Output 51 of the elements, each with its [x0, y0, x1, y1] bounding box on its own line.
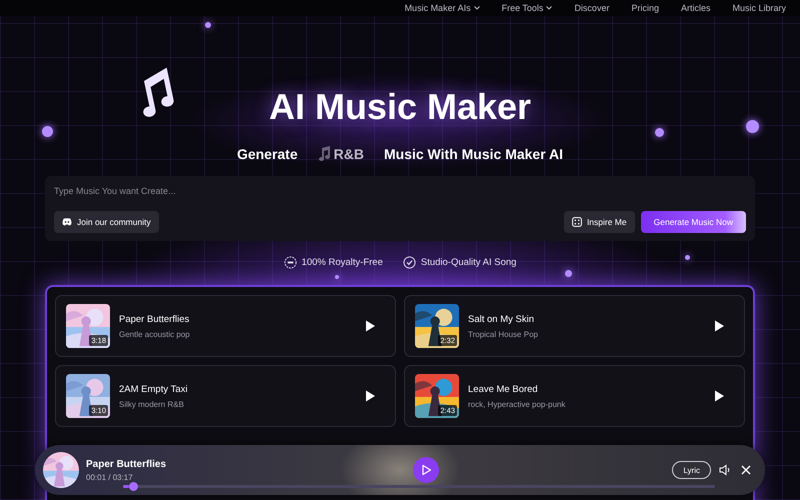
lyric-button[interactable]: Lyric [672, 461, 711, 479]
close-button[interactable] [739, 463, 753, 477]
nav-link[interactable]: Discover [574, 3, 610, 13]
play-button[interactable] [413, 457, 439, 483]
nav-link[interactable]: Free Tools [502, 3, 552, 13]
caret-icon [474, 6, 480, 10]
glow-dot [42, 126, 53, 137]
subtitle-text: Music With Music Maker AI [384, 146, 564, 162]
song-style: Gentle acoustic pop [119, 330, 191, 338]
play-button[interactable] [712, 319, 726, 333]
progress-handle[interactable] [128, 482, 138, 491]
community-button[interactable]: Join our community [54, 211, 159, 233]
glow-dot [685, 255, 690, 260]
subtitle-text: Generate [236, 146, 298, 162]
song-title: Leave Me Bored [468, 384, 539, 394]
song-title: 2AM Empty Taxi [119, 384, 188, 394]
song-style: Tropical House Pop [468, 330, 539, 338]
glow-dot [205, 22, 211, 28]
volume-button[interactable] [718, 463, 732, 477]
song-style: rock, Hyperactive pop-punk [468, 400, 566, 408]
music-note-icon [318, 146, 332, 162]
genre-text: R&B [334, 146, 364, 162]
nav-link[interactable]: Articles [680, 3, 710, 13]
feature-text: Studio-Quality AI Song [420, 257, 516, 268]
glow-dot [655, 128, 664, 137]
glow-dot [335, 275, 339, 279]
song-title: Salt on My Skin [468, 314, 535, 324]
song-style: Silky modern R&B [119, 400, 185, 408]
check-icon [402, 256, 416, 269]
inspire-button[interactable]: Inspire Me [564, 211, 635, 233]
page-title: AI Music Maker [268, 86, 532, 128]
play-button[interactable] [363, 319, 377, 333]
badge-icon [284, 256, 297, 269]
nav-link[interactable]: Music Maker AIs [404, 3, 480, 13]
song-title: Paper Butterflies [119, 314, 190, 324]
progress-fill[interactable] [123, 485, 129, 488]
player-time: 00:01 / 03:17 [86, 472, 134, 482]
feature-text: 100% Royalty-Free [302, 257, 383, 268]
caret-icon [546, 6, 552, 10]
nav-link[interactable]: Music Library [732, 3, 786, 13]
nav-link[interactable]: Pricing [631, 3, 659, 13]
player-title: Paper Butterflies [86, 458, 168, 470]
prompt-input[interactable]: Type Music You want Create... [54, 184, 454, 198]
chat-icon [62, 217, 72, 227]
play-button[interactable] [712, 389, 726, 403]
play-button[interactable] [363, 389, 377, 403]
generate-button[interactable]: Generate Music Now [640, 211, 746, 233]
glow-dot [746, 120, 759, 133]
play-icon [420, 464, 432, 476]
dice-icon [572, 217, 582, 227]
glow-dot [565, 270, 572, 277]
